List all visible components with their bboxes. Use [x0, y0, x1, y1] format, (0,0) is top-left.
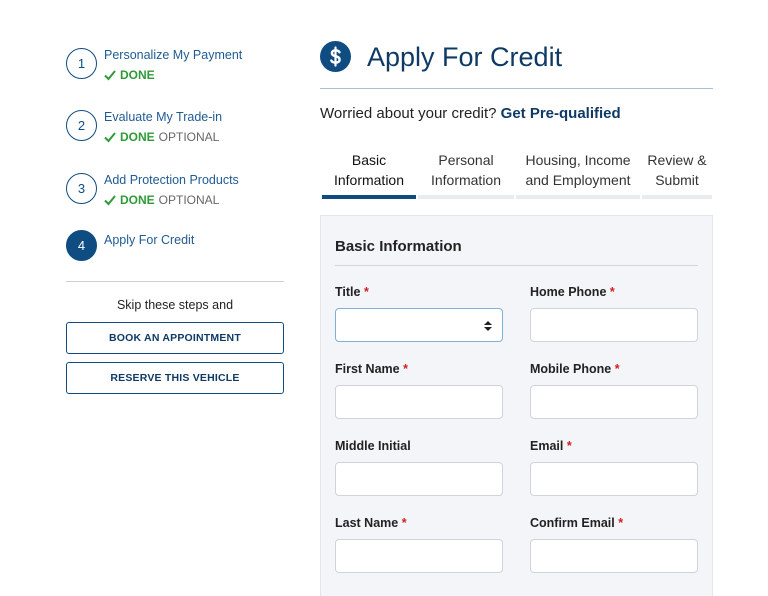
credit-prompt: Worried about your credit? Get Pre-quali… — [320, 105, 621, 122]
title-label: Title * — [335, 285, 369, 299]
reserve-vehicle-button[interactable]: RESERVE THIS VEHICLE — [66, 362, 284, 394]
email-label: Email * — [530, 439, 572, 453]
check-icon — [104, 195, 116, 206]
required-mark: * — [618, 516, 624, 530]
step-optional-2: OPTIONAL — [158, 130, 220, 144]
book-appointment-button[interactable]: BOOK AN APPOINTMENT — [66, 322, 284, 354]
tab-label-line1: Basic — [351, 152, 387, 168]
step-number-2: 2 — [66, 110, 97, 141]
tab-indicator — [516, 195, 640, 199]
check-icon — [104, 132, 116, 143]
tab-label-line2: Information — [430, 172, 502, 188]
required-mark: * — [566, 439, 572, 453]
home-phone-input[interactable] — [530, 308, 698, 342]
first-name-input[interactable] — [335, 385, 503, 419]
select-arrows-icon — [484, 321, 492, 331]
step-1[interactable]: 1 Personalize My Payment DONE — [66, 48, 242, 82]
last-name-input[interactable] — [335, 539, 503, 573]
first-name-label: First Name * — [335, 362, 408, 376]
step-number-4: 4 — [66, 230, 97, 261]
tab-label-line2: Information — [333, 172, 405, 188]
required-mark: * — [609, 285, 615, 299]
dollar-icon — [320, 41, 351, 72]
step-status-3: DONE — [120, 193, 155, 207]
tab-housing-income-employment[interactable]: Housing, Income and Employment — [516, 150, 640, 190]
confirm-email-label: Confirm Email * — [530, 516, 624, 530]
required-mark: * — [401, 516, 407, 530]
mobile-phone-label: Mobile Phone * — [530, 362, 620, 376]
sidebar-divider — [66, 281, 284, 282]
step-status-1: DONE — [120, 68, 155, 82]
required-mark: * — [614, 362, 620, 376]
tab-personal-information[interactable]: Personal Information — [418, 150, 514, 190]
tab-label-line1: Personal — [438, 152, 494, 168]
tab-label-line1: Review & — [647, 152, 707, 168]
step-optional-3: OPTIONAL — [158, 193, 220, 207]
tab-indicator — [642, 195, 712, 199]
form-section-divider — [335, 265, 698, 266]
step-title-3[interactable]: Add Protection Products — [104, 173, 239, 188]
tab-basic-information[interactable]: Basic Information — [322, 150, 416, 190]
tab-label-line1: Housing, Income — [525, 152, 631, 168]
tab-label-line2: and Employment — [525, 172, 631, 188]
required-mark: * — [403, 362, 408, 376]
step-title-2[interactable]: Evaluate My Trade-in — [104, 110, 222, 125]
confirm-email-input[interactable] — [530, 539, 698, 573]
mobile-phone-input[interactable] — [530, 385, 698, 419]
skip-text: Skip these steps and — [116, 298, 234, 312]
last-name-label: Last Name * — [335, 516, 407, 530]
header-divider — [320, 88, 713, 89]
check-icon — [104, 70, 116, 81]
middle-initial-input[interactable] — [335, 462, 503, 496]
tab-label-line2: Submit — [655, 172, 699, 188]
prequalified-link[interactable]: Get Pre-qualified — [501, 105, 621, 122]
page-title: Apply For Credit — [367, 42, 563, 72]
tab-indicator — [418, 195, 514, 199]
step-number-3: 3 — [66, 173, 97, 204]
tab-indicator-active — [322, 195, 416, 199]
step-title-4[interactable]: Apply For Credit — [104, 233, 194, 248]
step-title-1[interactable]: Personalize My Payment — [104, 48, 242, 63]
form-section-title: Basic Information — [335, 238, 462, 255]
home-phone-label: Home Phone * — [530, 285, 615, 299]
middle-initial-label: Middle Initial — [335, 439, 411, 453]
step-number-1: 1 — [66, 48, 97, 79]
required-mark: * — [363, 285, 369, 299]
step-2[interactable]: 2 Evaluate My Trade-in DONE OPTIONAL — [66, 110, 222, 144]
tab-review-submit[interactable]: Review & Submit — [642, 150, 712, 190]
email-input[interactable] — [530, 462, 698, 496]
step-status-2: DONE — [120, 130, 155, 144]
credit-prompt-text: Worried about your credit? — [320, 105, 497, 122]
step-3[interactable]: 3 Add Protection Products DONE OPTIONAL — [66, 173, 239, 207]
step-4[interactable]: 4 Apply For Credit — [66, 230, 194, 261]
title-select[interactable] — [335, 308, 503, 342]
